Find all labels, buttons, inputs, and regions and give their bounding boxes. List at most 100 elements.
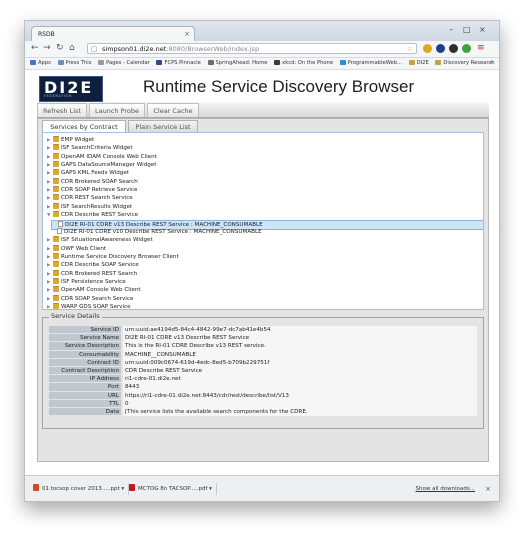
details-key: Service Description [49,342,121,351]
tree-item-label: EMP Widget [61,137,95,143]
details-row: Contract ID urn:uuid:009c0674-619d-4edc-8… [49,358,477,368]
extension-icon[interactable] [462,44,471,53]
close-downloads-icon[interactable]: × [485,483,491,495]
tree-folder-item[interactable]: ▶ CDR SOAP Retrieve Service [47,186,137,194]
tree-folder-item[interactable]: ▶ ISF SituationalAwareness Widget [47,236,153,244]
details-row: Service Name DI2E RI-01 CDRE v13 Describe… [49,334,477,344]
details-key: URL [49,391,121,400]
ppt-file-icon [33,484,39,491]
tree-folder-item[interactable]: ▶ CDR REST Search Service [47,194,133,202]
details-row: TTL 0 [49,399,477,409]
folder-icon [53,136,59,142]
details-key: Port [49,383,121,392]
tree-folder-item[interactable]: ▶ ISF Persistence Service [47,277,126,286]
tree-item-label: OpenAM Console Web Client [61,287,141,294]
folder-icon [53,152,59,159]
tree-item-label: CDR Describe SOAP Service [61,262,139,269]
bookmark-folder[interactable]: DI2E [408,58,429,69]
tab-close-icon[interactable]: × [184,27,190,42]
download-filename: 01 tocsop cover 2013.....ppt [42,486,120,492]
details-key: Service Name [49,334,121,343]
details-row: Contract Description CDR Describe REST Se… [49,366,477,377]
reload-icon[interactable]: ↻ [56,43,64,54]
download-item[interactable]: MCTOG 8n TACSOP.....pdf ▾ [129,483,217,495]
details-row: Service Description This is the RI-01 CDR… [49,342,477,352]
tree-folder-item[interactable]: ▶ GAPS DataSourceManager Widget [47,161,156,169]
url-path: :8080/BrowserWeb/index.jsp [166,45,260,53]
tree-folder-item[interactable]: ▶ CDR Brokered REST Search [47,269,138,278]
details-row: Port 8443 [49,383,477,393]
bookmark-item[interactable]: Apps [30,58,51,69]
bookmark-item[interactable]: ProgrammableWeb... [339,58,402,69]
details-legend: Service Details [49,312,102,320]
tree-folder-item[interactable]: ▶ OpenAM Console Web Client [47,286,141,294]
tree-folder-item[interactable]: ▶ ISF SearchCriteria Widget [47,144,133,152]
tree-folder-item[interactable]: ▶ EMP Widget [47,136,94,144]
minimize-icon[interactable]: – [449,25,453,34]
tab-plain-service-list[interactable]: Plain Service List [128,120,198,132]
details-row: Data [This service lists the available se… [49,407,477,418]
show-all-downloads-link[interactable]: Show all downloads... [416,483,475,495]
launch-probe-button[interactable]: Launch Probe [89,103,145,117]
bookmark-item[interactable]: FCPS Pinnacle [156,58,201,69]
clear-cache-button[interactable]: Clear Cache [147,103,199,117]
extension-icon[interactable] [423,44,432,53]
bookmark-item[interactable]: Press This [57,58,91,69]
download-item[interactable]: 01 tocsop cover 2013.....ppt ▾ [33,483,130,495]
tree-folder-item[interactable]: ▶ CDR Brokered SOAP Search [47,177,138,186]
tree-item-label: OWF Web Client [61,245,107,252]
forward-icon[interactable]: → [43,43,51,54]
tree-folder-item[interactable]: ▶ CDR Describe SOAP Service [47,261,139,269]
tree-service-item[interactable]: DI2E RI-01 CDRE v10 Describe REST Servic… [51,227,262,236]
tree-folder-item[interactable]: ▶ Runtime Service Discovery Browser Clien… [47,252,179,261]
bookmark-item[interactable]: Pages - Calendar [98,58,150,69]
tree-item-label: ISF SearchCriteria Widget [61,145,133,152]
extension-icon[interactable] [436,44,445,53]
maximize-icon[interactable]: □ [463,25,471,34]
details-key: IP Address [49,375,121,384]
tree-folder-item[interactable]: ▶ GAPS KML Feeds Widget [47,169,129,177]
tree-item-label: CDR Brokered REST Search [61,270,138,277]
details-key: Data [49,407,121,417]
more-bookmarks-icon[interactable]: » [490,58,493,69]
folder-icon [53,169,59,176]
bookmark-label: SpringAhead: Home [215,60,268,66]
home-icon[interactable]: ⌂ [69,43,75,54]
browser-tab[interactable]: RSDB × [31,26,195,41]
tree-folder-item[interactable]: ▶ OWF Web Client [47,244,107,253]
details-row: Service ID urn:uuid:ae4194d5-84c4-4842-99… [49,326,477,336]
tree-item-label: ISF SearchResults Widget [61,203,133,210]
details-row: URL https://ri1-cdre-01.di2e.net:8443/cdr… [49,391,477,401]
tree-folder-item[interactable]: ▶ WARP GDS SOAP Service [47,303,131,309]
bookmark-label: xkcd: On the Phone [282,60,334,66]
bookmarks-bar: Apps Press This Pages - Calendar FCPS Pi… [25,58,499,70]
window-close-icon[interactable]: × [479,25,486,34]
tab-services-by-contract[interactable]: Services by Contract [42,120,126,132]
bookmark-label: ProgrammableWeb... [347,60,402,66]
bookmark-label: Apps [38,60,51,66]
tree-folder-item[interactable]: ▶ OpenAM IDAM Console Web Client [47,152,157,161]
pdf-file-icon [129,484,135,491]
tree-folder-item[interactable]: ▼ CDR Describe REST Service [47,211,138,219]
download-filename: MCTOG 8n TACSOP.....pdf [138,486,208,492]
folder-icon [53,211,59,218]
folder-icon [53,202,59,209]
bookmark-star-icon[interactable]: ☆ [407,44,413,55]
service-icon [58,220,63,227]
bookmark-folder[interactable]: Discovery Research [435,58,494,69]
tree-folder-item[interactable]: ▶ CDR SOAP Search Service [47,294,133,303]
di2e-logo: DI2E FEDERATION [39,76,103,102]
extension-icon[interactable] [449,44,458,53]
menu-icon[interactable]: ≡ [477,43,485,54]
folder-icon [53,244,59,251]
tree-item-label: Runtime Service Discovery Browser Client [61,253,179,260]
refresh-list-button[interactable]: Refresh List [37,103,87,117]
bookmark-item[interactable]: xkcd: On the Phone [274,58,333,69]
folder-icon [53,277,59,284]
details-row: Consumability MACHINE__CONSUMABLE [49,350,477,360]
tree-folder-item[interactable]: ▶ ISF SearchResults Widget [47,202,133,211]
folder-icon [53,177,59,184]
back-icon[interactable]: ← [31,43,39,54]
address-bar[interactable]: ▢ simpson01.di2e.net:8080/BrowserWeb/ind… [87,43,417,54]
bookmark-item[interactable]: SpringAhead: Home [207,58,268,69]
